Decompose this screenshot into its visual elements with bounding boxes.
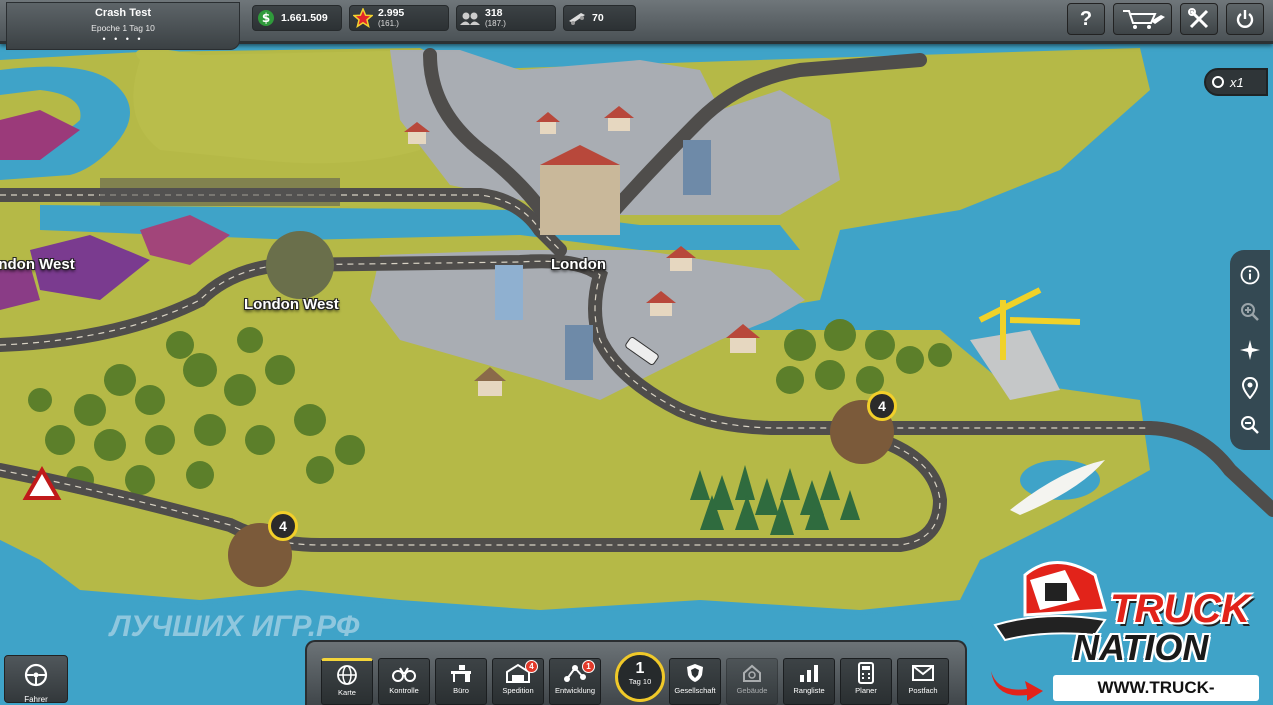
zoom-in-button[interactable] [1236,298,1264,326]
calculator-icon [858,661,874,684]
trucks-value: 70 [592,11,604,24]
nav-spedition-label: Spedition [502,686,534,695]
day-counter[interactable]: 1 Tag 10 [615,652,665,702]
logo-truck-text: TRUCK [1110,587,1250,631]
fans-value: 318 [485,7,503,19]
tools-icon [1188,8,1209,29]
help-button[interactable]: ? [1067,3,1105,35]
game-speed-toggle[interactable]: x1 [1204,68,1268,96]
stars-rank: (161.) [378,19,399,28]
page-dots: • • • • [102,34,144,44]
truck-nation-logo: TRUCK NATION WWW.TRUCK-NATION.NET [985,555,1270,705]
compass-button[interactable] [1236,336,1264,364]
truck-icon [567,8,587,28]
fans-rank: (187.) [485,19,506,28]
nav-rangliste[interactable]: Rangliste [783,658,835,705]
nav-postfach-label: Postfach [908,686,938,695]
nav-spedition[interactable]: 4 Spedition [492,658,544,705]
info-icon [1240,265,1260,285]
logo-url: WWW.TRUCK-NATION.NET [1053,675,1259,705]
company-panel[interactable]: Crash Test Epoche 1 Tag 10 • • • • [6,2,240,50]
building-icon [743,664,761,682]
bridge [100,178,340,206]
stars-stat[interactable]: 2.995 (161.) [349,5,449,31]
trucks-stat[interactable]: 70 [563,5,636,31]
arrow-icon [991,671,1043,701]
fans-icon [460,8,480,28]
day-number: 1 [635,660,645,677]
top-bar: Crash Test Epoche 1 Tag 10 • • • • $ 1.6… [0,0,1273,50]
nav-kontrolle-label: Kontrolle [389,686,419,695]
nav-buero-label: Büro [453,686,469,695]
site-marker[interactable]: 4 [867,391,897,421]
binoculars-icon [392,666,416,682]
speed-toggle-knob [1212,76,1224,88]
shop-button[interactable] [1113,3,1172,35]
help-label: ? [1079,7,1093,30]
driver-button[interactable]: Fahrer [4,655,68,704]
site-marker[interactable]: 4 [268,511,298,541]
shopping-cart-icon [1122,10,1165,29]
nav-planer-label: Planer [855,686,877,695]
depot-site[interactable] [266,231,334,299]
fans-stat[interactable]: 318 (187.) [456,5,556,31]
location-button[interactable] [1236,374,1264,402]
desk-icon [451,664,471,682]
north-island [133,48,431,164]
speed-label: x1 [1230,74,1244,90]
power-button[interactable] [1226,3,1264,35]
city-label-london-west-offscreen[interactable]: London West [0,256,75,273]
nav-rangliste-label: Rangliste [793,686,825,695]
map-pin-icon [1241,376,1259,399]
globe-icon [337,664,357,685]
nav-gebaeude[interactable]: Gebäude [726,658,778,705]
zoom-in-icon [1241,303,1259,322]
nav-gebaeude-label: Gebäude [736,686,768,695]
stars-value: 2.995 [378,7,405,19]
settings-button[interactable] [1180,3,1218,35]
city-label-london[interactable]: London [551,256,606,273]
money-value: 1.661.509 [281,11,328,24]
nav-gesellschaft-label: Gesellschaft [674,686,716,695]
nav-kontrolle[interactable]: Kontrolle [378,658,430,705]
envelope-icon [912,664,934,681]
info-button[interactable] [1236,261,1264,289]
shield-icon [687,663,703,682]
watermark: ЛУЧШИХ ИГР.РФ [110,610,360,643]
steering-wheel-icon [24,663,48,687]
money-stat[interactable]: $ 1.661.509 [252,5,342,31]
nav-planer[interactable]: Planer [840,658,892,705]
bar-chart-icon [800,664,818,682]
driver-button-label: Fahrer [24,695,48,704]
logo-nation-text: NATION [1073,627,1209,668]
nav-entwicklung[interactable]: 1 Entwicklung [549,658,601,705]
bottom-nav: Karte Kontrolle Büro 4 Spedition 1 Entwi… [305,640,967,705]
entwicklung-badge: 1 [582,660,595,673]
svg-text:$: $ [262,11,270,25]
star-icon [353,8,373,28]
day-label: Tag 10 [628,677,652,686]
nav-entwicklung-label: Entwicklung [554,686,596,695]
city-label-london-west[interactable]: London West [244,296,339,313]
compass-icon [1240,339,1260,360]
nav-buero[interactable]: Büro [435,658,487,705]
power-icon [1236,10,1254,28]
nav-postfach[interactable]: Postfach [897,658,949,705]
zoom-out-icon [1241,416,1259,435]
nav-karte[interactable]: Karte [321,658,373,705]
nav-gesellschaft[interactable]: Gesellschaft [669,658,721,705]
spedition-badge: 4 [525,660,538,673]
map-controls [1230,250,1270,450]
dollar-icon: $ [256,8,276,28]
nav-karte-label: Karte [338,688,356,697]
game-date: Epoche 1 Tag 10 [91,23,155,33]
company-name: Crash Test [94,7,152,19]
zoom-out-button[interactable] [1236,411,1264,439]
